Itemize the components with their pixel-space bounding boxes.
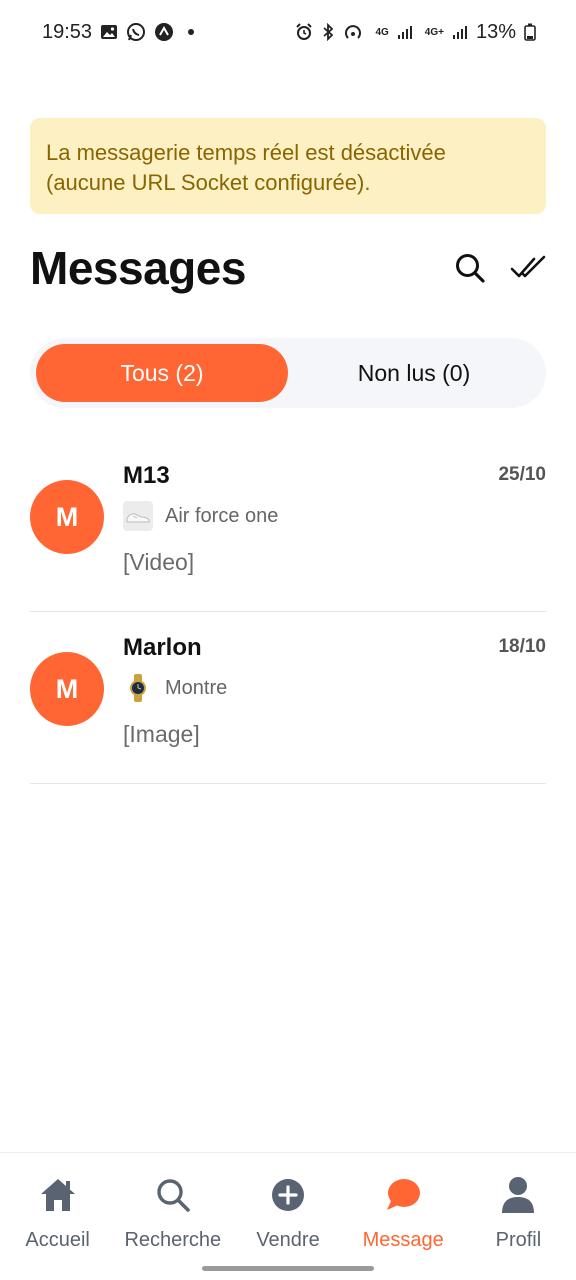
nav-item-profil[interactable]: Profil xyxy=(461,1153,576,1280)
plus-circle-icon xyxy=(268,1175,308,1215)
conversation-date: 25/10 xyxy=(498,464,546,485)
signal-icon xyxy=(452,24,468,40)
conversation-product: Montre xyxy=(123,673,227,703)
product-name: Montre xyxy=(165,676,228,699)
alarm-icon xyxy=(295,23,313,41)
home-indicator[interactable] xyxy=(202,1266,374,1271)
nav-label: Accueil xyxy=(25,1229,90,1251)
battery-percent: 13% xyxy=(475,20,516,43)
conversation-list: M M13 25/10 Air force one [Video] M Marl… xyxy=(30,440,546,784)
conversation-date: 18/10 xyxy=(498,636,546,657)
nav-label: Profil xyxy=(495,1229,542,1251)
header-actions xyxy=(452,250,546,286)
product-name: Air force one xyxy=(165,504,279,527)
conversation-item[interactable]: M M13 25/10 Air force one [Video] xyxy=(30,440,546,612)
search-icon xyxy=(153,1175,193,1215)
search-button[interactable] xyxy=(452,250,488,286)
chat-bubble-icon xyxy=(383,1175,423,1215)
nav-label: Recherche xyxy=(124,1229,222,1251)
signal-icon xyxy=(397,24,413,40)
image-icon xyxy=(100,23,118,41)
app-icon xyxy=(154,22,174,42)
hotspot-icon xyxy=(343,23,363,41)
conversation-name: M13 xyxy=(123,462,170,489)
shoe-thumbnail xyxy=(123,501,153,531)
tab-all[interactable]: Tous (2) xyxy=(36,344,288,402)
nav-item-recherche[interactable]: Recherche xyxy=(115,1153,230,1280)
status-bar: 19:53 4G 4G+ 13% xyxy=(0,0,576,64)
notification-dot xyxy=(188,29,195,35)
status-right: 4G 4G+ 13% xyxy=(295,21,536,44)
user-icon xyxy=(498,1175,538,1215)
bluetooth-icon xyxy=(321,23,335,41)
page-title: Messages xyxy=(30,242,246,294)
message-filter-tabs: Tous (2) Non lus (0) xyxy=(30,338,546,408)
watch-thumbnail xyxy=(123,673,153,703)
status-left: 19:53 xyxy=(42,20,195,44)
whatsapp-icon xyxy=(126,22,146,42)
home-icon xyxy=(38,1175,78,1215)
search-icon xyxy=(456,254,485,283)
avatar: M xyxy=(30,480,104,554)
tab-unread[interactable]: Non lus (0) xyxy=(288,344,540,402)
conversation-product: Air force one xyxy=(123,501,278,531)
network-4g-label: 4G xyxy=(375,26,389,38)
battery-icon xyxy=(524,23,536,41)
nav-item-vendre[interactable]: Vendre xyxy=(230,1153,345,1280)
avatar: M xyxy=(30,652,104,726)
nav-label: Vendre xyxy=(256,1229,320,1251)
network-4gplus-label: 4G+ xyxy=(424,26,444,38)
last-message: [Image] xyxy=(123,721,200,747)
last-message: [Video] xyxy=(123,549,195,575)
bottom-navigation: Accueil Recherche Vendre Message Profil xyxy=(0,1152,576,1280)
mark-all-read-icon xyxy=(510,255,546,278)
nav-label: Message xyxy=(362,1229,444,1251)
banner-text: La messagerie temps réel est désactivée … xyxy=(46,140,446,195)
nav-item-accueil[interactable]: Accueil xyxy=(0,1153,115,1280)
realtime-disabled-banner: La messagerie temps réel est désactivée … xyxy=(30,118,546,214)
messages-header: Messages xyxy=(30,238,546,298)
conversation-name: Marlon xyxy=(123,634,202,661)
conversation-item[interactable]: M Marlon 18/10 Montre [Image] xyxy=(30,612,546,784)
mark-all-read-button[interactable] xyxy=(510,250,546,286)
status-time: 19:53 xyxy=(42,20,93,43)
nav-item-message[interactable]: Message xyxy=(346,1153,461,1280)
